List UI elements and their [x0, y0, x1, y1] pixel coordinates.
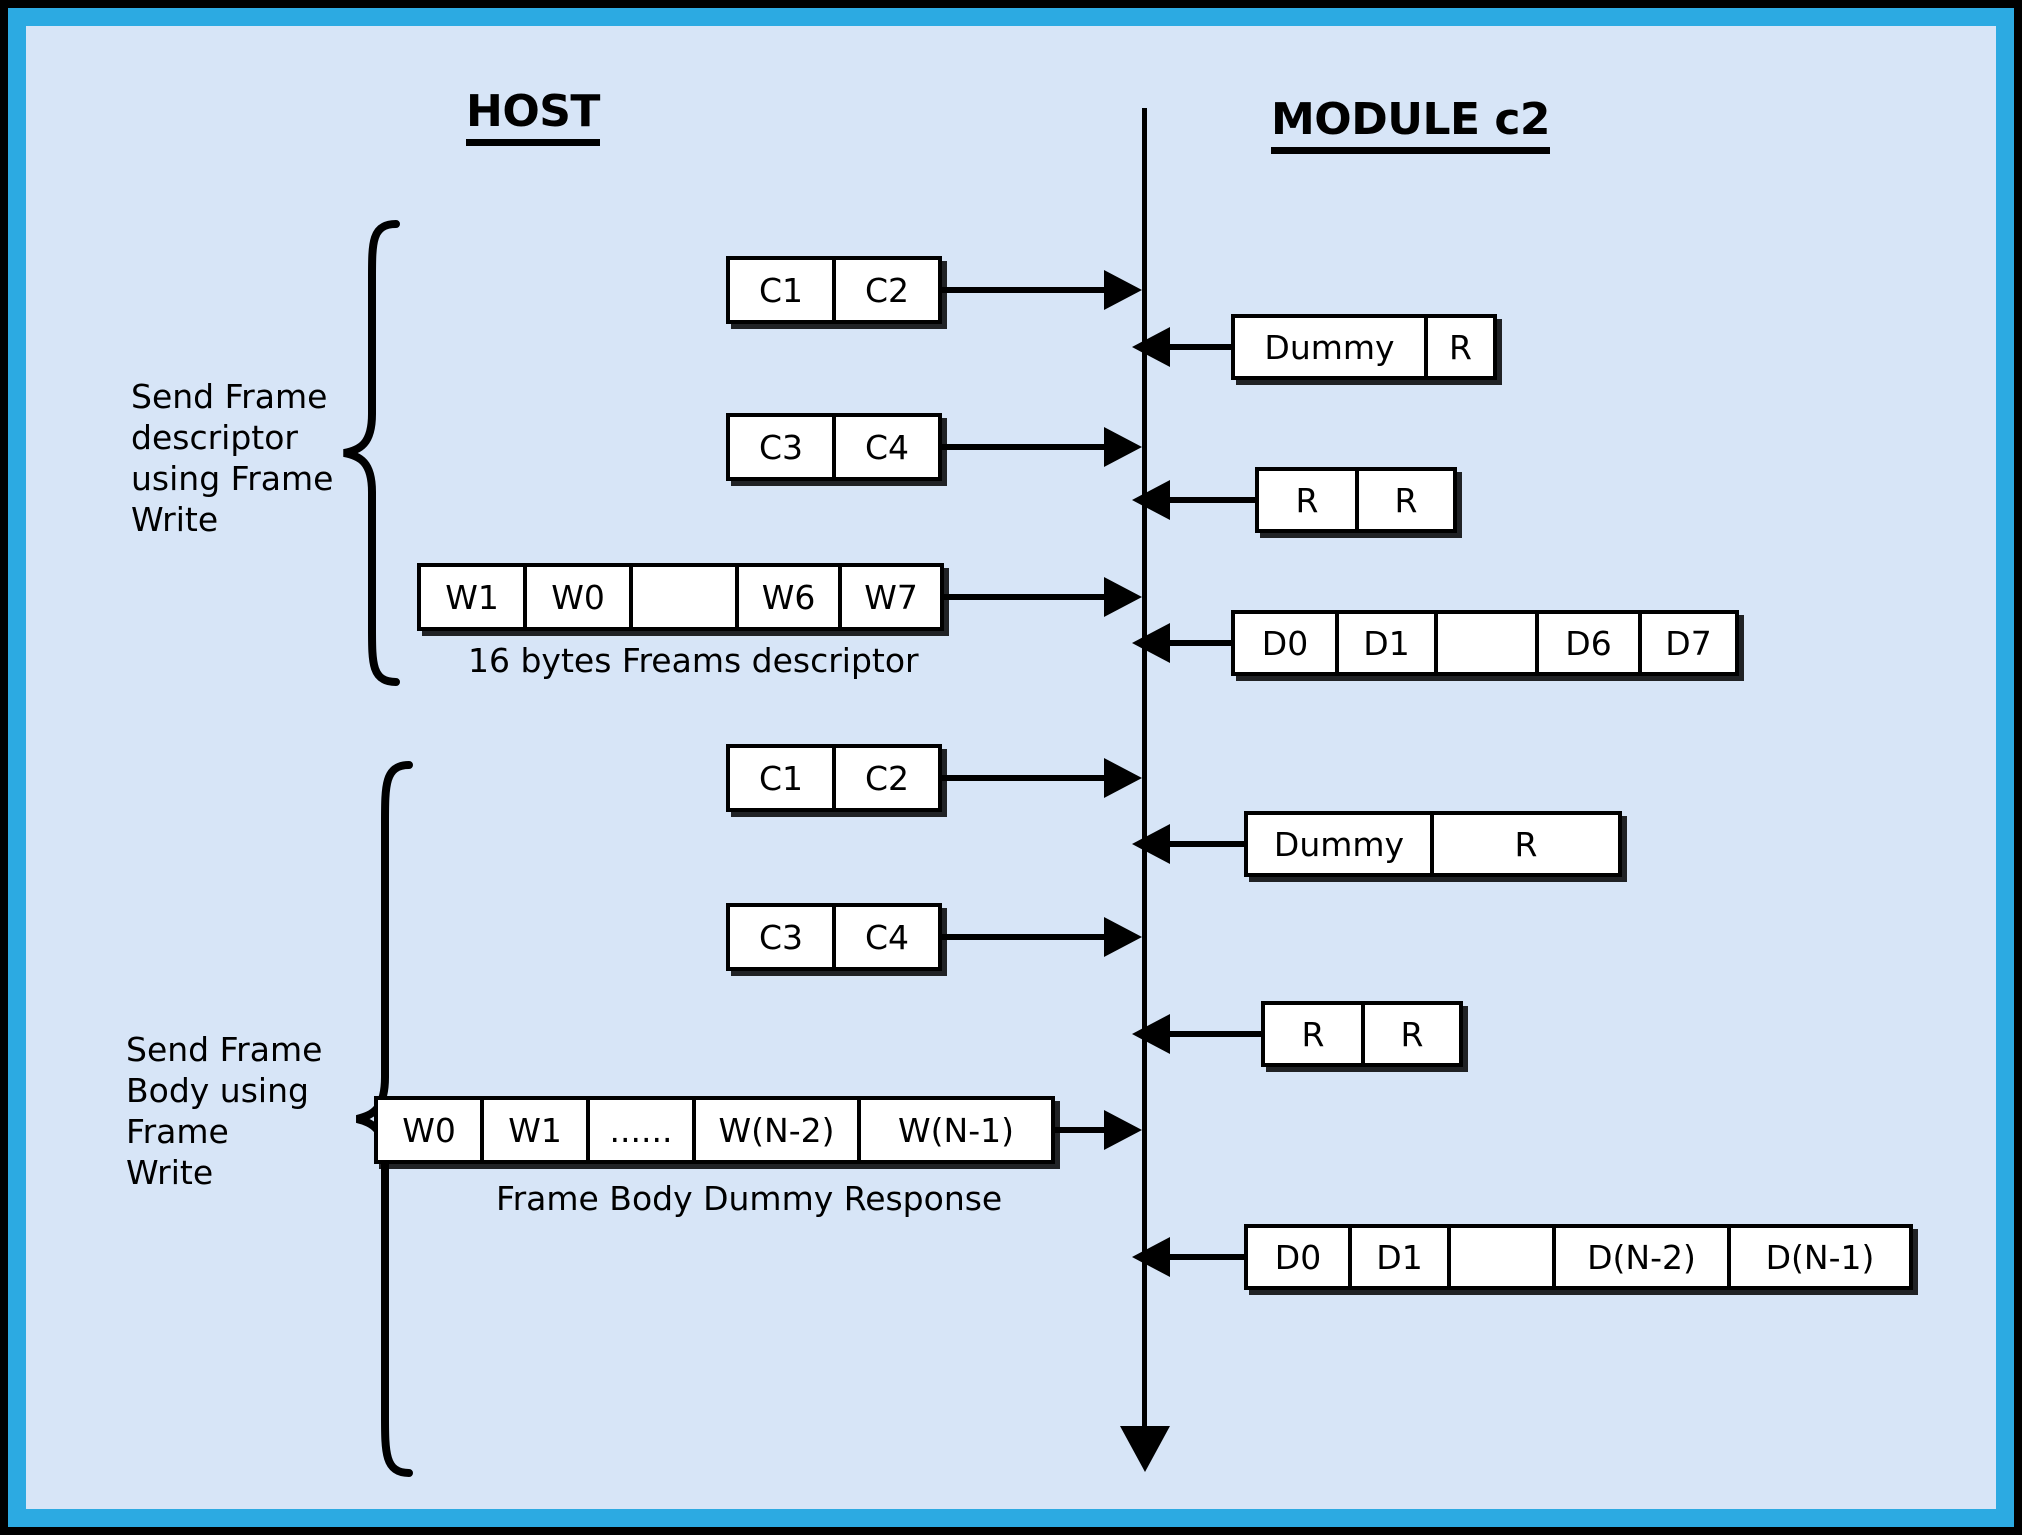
packet-m2[interactable]: Dummy R	[1231, 314, 1497, 380]
arrow-line-m8	[1169, 841, 1246, 847]
slide-accent-frame: HOST MODULE c2 Send Frame descriptor usi…	[8, 8, 2014, 1527]
arrow-line-m11	[1055, 1127, 1107, 1133]
packet-m9[interactable]: C3 C4	[726, 903, 942, 971]
arrow-line-m6	[1169, 640, 1233, 646]
packet-cell: D1	[1339, 614, 1438, 672]
packet-cell: D0	[1235, 614, 1339, 672]
arrow-line-m9	[942, 934, 1107, 940]
caption-frame-descriptor: 16 bytes Freams descriptor	[468, 641, 919, 680]
packet-cell: C1	[730, 748, 836, 808]
packet-cell: R	[1434, 815, 1618, 873]
caption-frame-body-dummy-response: Frame Body Dummy Response	[496, 1179, 1003, 1218]
packet-cell: D(N-2)	[1556, 1228, 1731, 1286]
packet-cell: ......	[590, 1100, 696, 1160]
packet-cell: W(N-2)	[696, 1100, 861, 1160]
packet-m4[interactable]: R R	[1255, 467, 1457, 533]
arrow-line-m4	[1169, 497, 1257, 503]
arrow-head-right-icon	[1104, 758, 1142, 798]
packet-cell	[1451, 1228, 1556, 1286]
packet-m8[interactable]: Dummy R	[1244, 811, 1622, 877]
module-lane-title: MODULE c2	[1271, 94, 1551, 154]
diagram-canvas: HOST MODULE c2 Send Frame descriptor usi…	[26, 26, 1996, 1509]
arrow-line-m1	[942, 287, 1107, 293]
host-lane-title: HOST	[466, 86, 600, 146]
packet-cell: D7	[1642, 614, 1735, 672]
packet-cell: R	[1365, 1005, 1459, 1063]
arrow-line-m10	[1169, 1031, 1263, 1037]
packet-cell: R	[1259, 471, 1359, 529]
group-brace-1	[338, 218, 402, 692]
packet-m6[interactable]: D0 D1 D6 D7	[1231, 610, 1739, 676]
arrow-line-m2	[1169, 344, 1233, 350]
arrow-line-m3	[942, 444, 1107, 450]
arrow-line-m12	[1169, 1254, 1246, 1260]
group-label-1: Send Frame descriptor using Frame Write	[131, 377, 334, 539]
packet-m12[interactable]: D0 D1 D(N-2) D(N-1)	[1244, 1224, 1913, 1290]
arrow-head-right-icon	[1104, 270, 1142, 310]
arrow-head-left-icon	[1132, 327, 1170, 367]
arrow-head-right-icon	[1104, 1110, 1142, 1150]
packet-m10[interactable]: R R	[1261, 1001, 1463, 1067]
packet-cell: C4	[836, 417, 938, 477]
packet-m7[interactable]: C1 C2	[726, 744, 942, 812]
packet-cell: Dummy	[1235, 318, 1428, 376]
packet-cell: C3	[730, 417, 836, 477]
packet-cell: W0	[378, 1100, 484, 1160]
packet-cell: D0	[1248, 1228, 1352, 1286]
arrow-line-m7	[942, 775, 1107, 781]
packet-cell: C2	[836, 260, 938, 320]
packet-cell: W6	[739, 567, 842, 627]
arrow-line-m5	[944, 594, 1107, 600]
packet-cell: D1	[1352, 1228, 1451, 1286]
packet-cell: C4	[836, 907, 938, 967]
packet-cell	[1438, 614, 1539, 672]
packet-cell: W0	[527, 567, 633, 627]
packet-cell: W7	[842, 567, 940, 627]
packet-m3[interactable]: C3 C4	[726, 413, 942, 481]
packet-cell: C3	[730, 907, 836, 967]
packet-cell: R	[1265, 1005, 1365, 1063]
packet-cell: W(N-1)	[861, 1100, 1051, 1160]
arrow-head-left-icon	[1132, 480, 1170, 520]
group-label-2: Send Frame Body using Frame Write	[126, 1030, 323, 1192]
packet-m11[interactable]: W0 W1 ...... W(N-2) W(N-1)	[374, 1096, 1055, 1164]
packet-cell: C1	[730, 260, 836, 320]
packet-cell: W1	[484, 1100, 590, 1160]
arrow-head-right-icon	[1104, 427, 1142, 467]
packet-cell: C2	[836, 748, 938, 808]
arrow-head-left-icon	[1132, 824, 1170, 864]
arrow-head-left-icon	[1132, 1237, 1170, 1277]
packet-cell: R	[1428, 318, 1493, 376]
packet-cell: D(N-1)	[1731, 1228, 1909, 1286]
packet-cell: R	[1359, 471, 1453, 529]
arrow-head-left-icon	[1132, 623, 1170, 663]
arrow-head-left-icon	[1132, 1014, 1170, 1054]
packet-cell: Dummy	[1248, 815, 1434, 873]
arrow-head-right-icon	[1104, 577, 1142, 617]
arrow-head-right-icon	[1104, 917, 1142, 957]
lifeline-arrowhead-icon	[1120, 1426, 1170, 1472]
packet-cell	[633, 567, 739, 627]
packet-cell: W1	[421, 567, 527, 627]
packet-m5[interactable]: W1 W0 W6 W7	[417, 563, 944, 631]
packet-cell: D6	[1539, 614, 1642, 672]
packet-m1[interactable]: C1 C2	[726, 256, 942, 324]
